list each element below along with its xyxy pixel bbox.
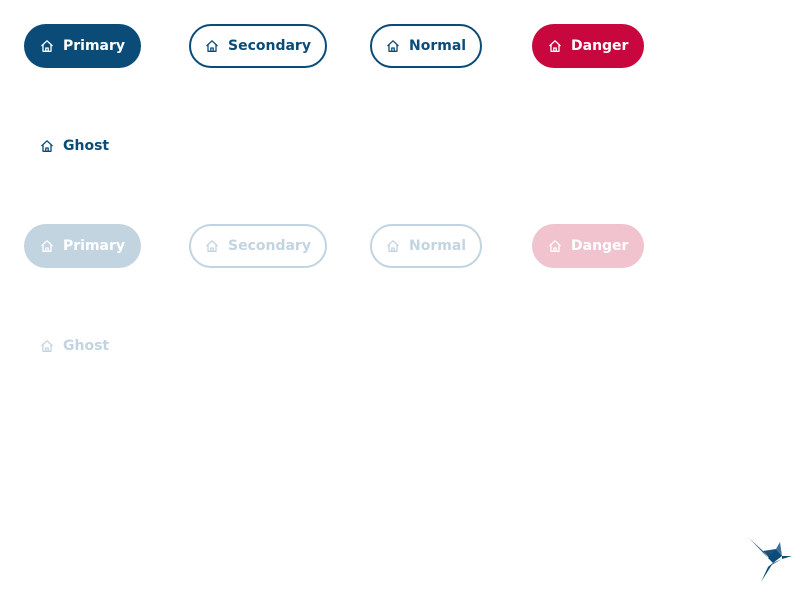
primary-button[interactable]: Primary xyxy=(24,24,142,68)
home-icon xyxy=(205,239,219,253)
secondary-button-disabled-label: Secondary xyxy=(228,238,311,254)
ghost-button-disabled[interactable]: Ghost xyxy=(24,324,125,368)
primary-button-disabled[interactable]: Primary xyxy=(24,224,142,268)
home-icon xyxy=(386,239,400,253)
danger-button-disabled[interactable]: Danger xyxy=(532,224,645,268)
secondary-button-label: Secondary xyxy=(228,38,311,54)
home-icon xyxy=(205,39,219,53)
secondary-button-disabled[interactable]: Secondary xyxy=(189,224,327,268)
ghost-button-label: Ghost xyxy=(63,138,110,154)
primary-button-disabled-label: Primary xyxy=(63,238,126,254)
danger-button[interactable]: Danger xyxy=(532,24,645,68)
secondary-button[interactable]: Secondary xyxy=(189,24,327,68)
home-icon xyxy=(548,239,562,253)
button-showcase: Primary Secondary Normal Danger Ghost Pr… xyxy=(0,0,800,600)
normal-button-disabled-label: Normal xyxy=(409,238,467,254)
home-icon xyxy=(40,339,54,353)
danger-button-disabled-label: Danger xyxy=(571,238,629,254)
ghost-button-disabled-label: Ghost xyxy=(63,338,110,354)
hummingbird-logo xyxy=(746,536,794,584)
home-icon xyxy=(40,239,54,253)
normal-button-label: Normal xyxy=(409,38,467,54)
danger-button-label: Danger xyxy=(571,38,629,54)
normal-button-disabled[interactable]: Normal xyxy=(370,224,483,268)
home-icon xyxy=(40,139,54,153)
home-icon xyxy=(548,39,562,53)
normal-button[interactable]: Normal xyxy=(370,24,483,68)
primary-button-label: Primary xyxy=(63,38,126,54)
home-icon xyxy=(386,39,400,53)
home-icon xyxy=(40,39,54,53)
ghost-button[interactable]: Ghost xyxy=(24,124,125,168)
